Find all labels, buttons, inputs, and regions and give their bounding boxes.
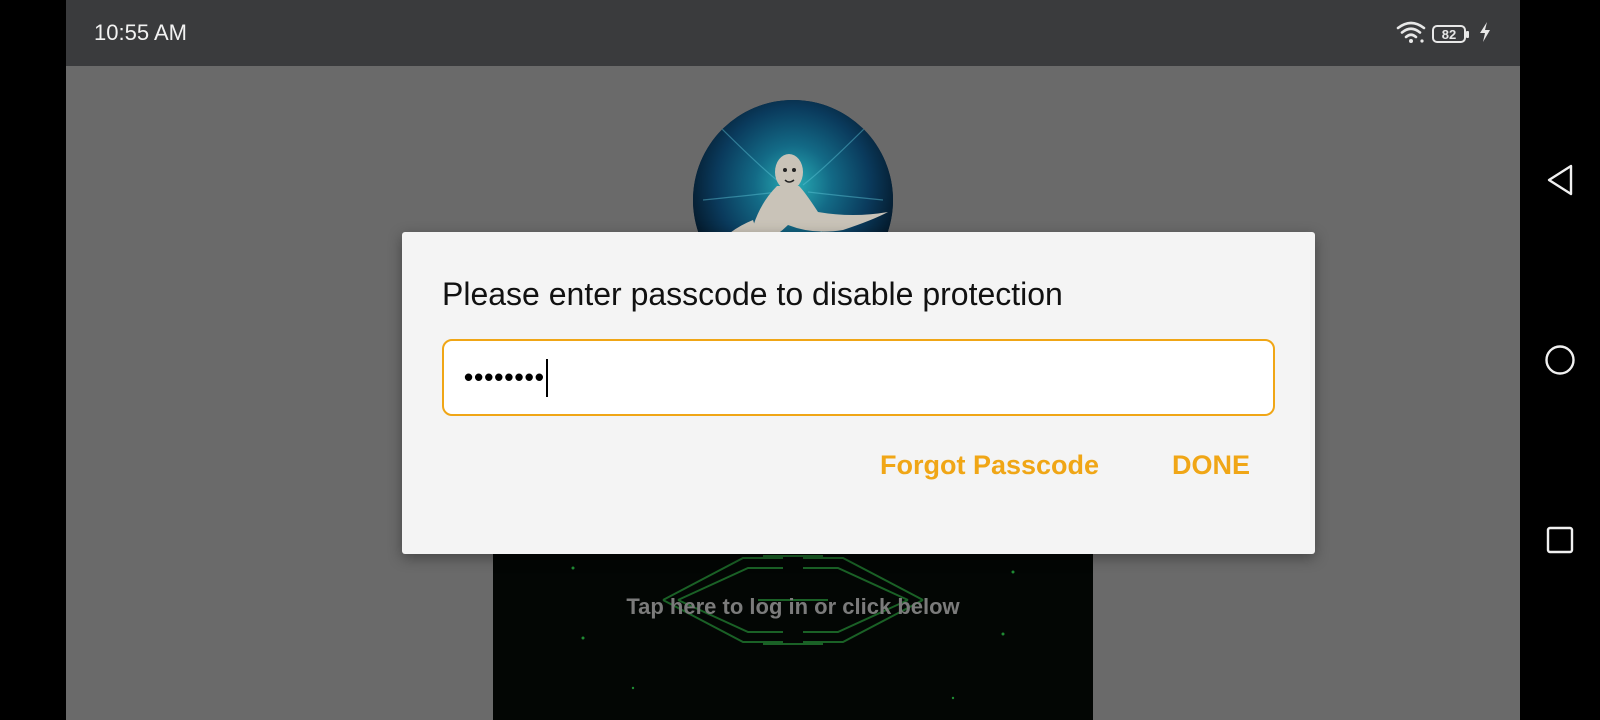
app-screen: 10:55 AM 82 Tap here to log in or click … <box>66 0 1520 720</box>
status-icons: 82 <box>1396 20 1492 48</box>
home-icon[interactable] <box>1542 342 1578 378</box>
forgot-passcode-button[interactable]: Forgot Passcode <box>880 450 1099 481</box>
text-cursor <box>545 358 548 397</box>
dialog-title: Please enter passcode to disable protect… <box>442 276 1063 312</box>
login-panel[interactable]: Tap here to log in or click below <box>493 548 1093 720</box>
done-button[interactable]: DONE <box>1172 450 1250 481</box>
back-icon[interactable] <box>1542 162 1578 198</box>
charging-icon <box>1478 21 1492 48</box>
battery-level: 82 <box>1441 26 1457 42</box>
wifi-icon <box>1396 20 1426 49</box>
recents-icon[interactable] <box>1542 522 1578 558</box>
status-time: 10:55 AM <box>94 20 187 45</box>
login-prompt[interactable]: Tap here to log in or click below <box>493 594 1093 620</box>
status-bar: 10:55 AM 82 <box>66 0 1520 66</box>
passcode-input[interactable]: •••••••• <box>442 339 1275 416</box>
circuit-background <box>571 555 1015 700</box>
passcode-value: •••••••• <box>464 362 545 392</box>
passcode-dialog: Please enter passcode to disable protect… <box>402 232 1315 554</box>
battery-icon: 82 <box>1432 25 1469 43</box>
navigation-bar <box>1520 0 1600 720</box>
